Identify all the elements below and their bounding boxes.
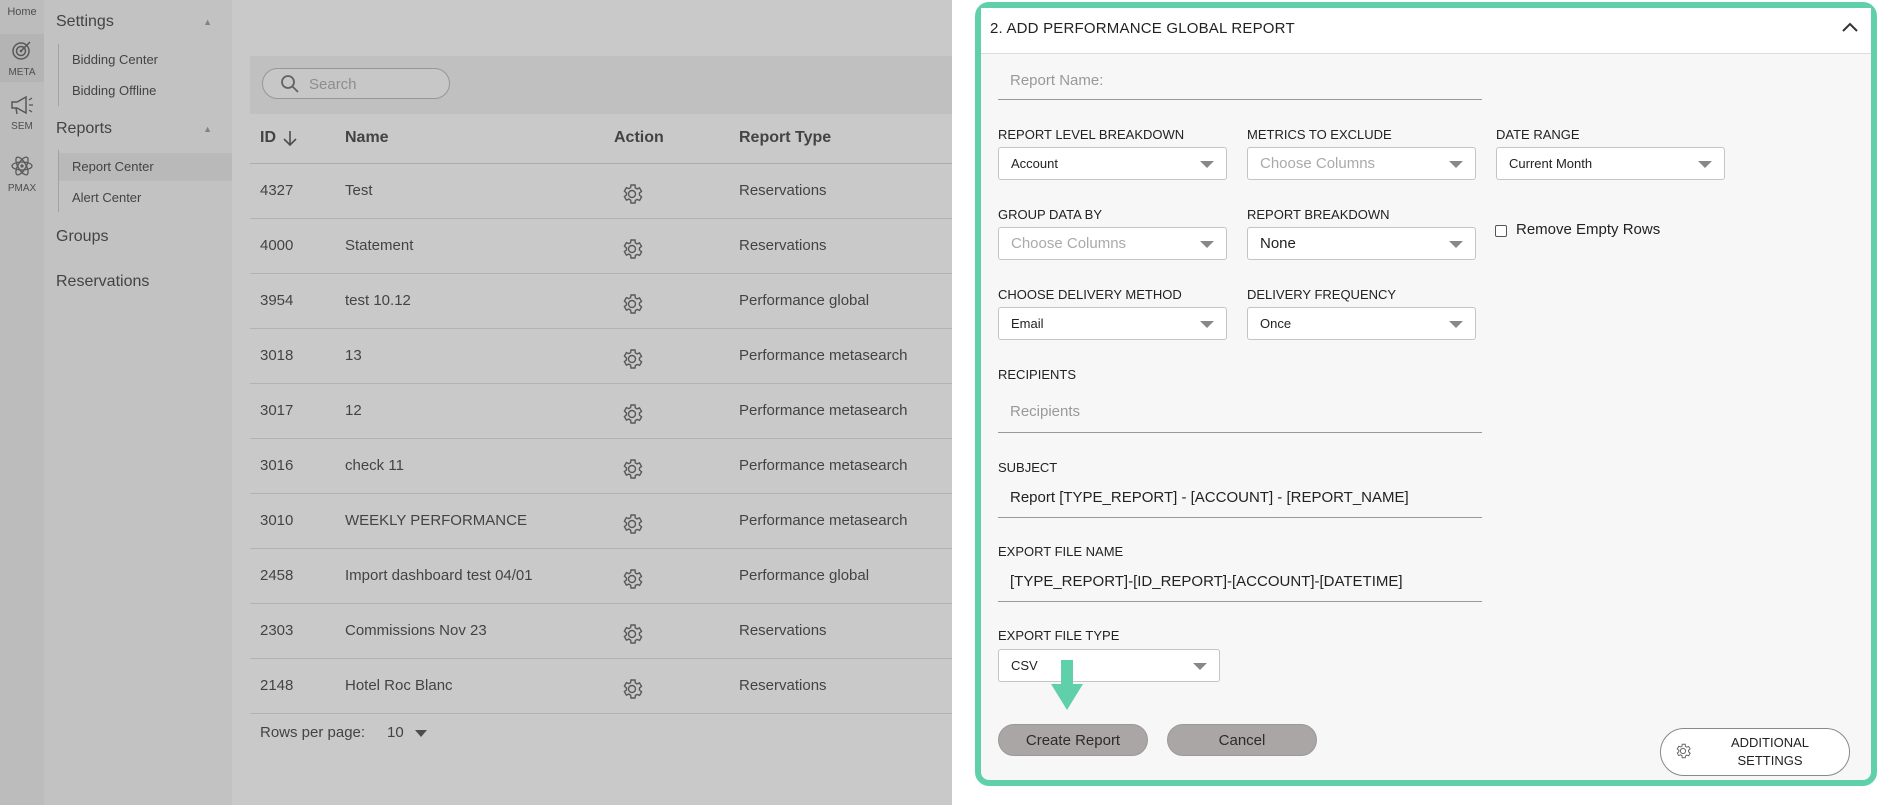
additional-settings-label: ADDITIONAL SETTINGS	[1730, 735, 1809, 768]
export-file-name-label: EXPORT FILE NAME	[998, 544, 1124, 559]
delivery-method-value: Email	[1011, 316, 1044, 331]
delivery-method-select[interactable]: Email	[998, 307, 1227, 340]
recipients-input[interactable]: Recipients	[998, 393, 1482, 433]
subject-label: SUBJECT	[998, 460, 1058, 475]
gear-icon	[1676, 743, 1691, 759]
group-data-placeholder: Choose Columns	[1011, 235, 1127, 252]
export-file-type-select[interactable]: CSV	[998, 649, 1220, 682]
report-level-label: REPORT LEVEL BREAKDOWN	[998, 127, 1185, 142]
delivery-frequency-label: DELIVERY FREQUENCY	[1247, 287, 1397, 302]
modal-backdrop[interactable]	[0, 0, 952, 805]
report-breakdown-value: None	[1260, 235, 1296, 252]
subject-input[interactable]: Report [TYPE_REPORT] - [ACCOUNT] - [REPO…	[998, 480, 1482, 518]
guide-arrow-icon	[1051, 684, 1083, 710]
group-data-select[interactable]: Choose Columns	[998, 227, 1227, 260]
date-range-label: DATE RANGE	[1496, 127, 1580, 142]
caret-down-icon	[1200, 321, 1214, 328]
export-file-type-value: CSV	[1011, 658, 1038, 673]
caret-down-icon	[1200, 241, 1214, 248]
caret-down-icon	[1449, 241, 1463, 248]
caret-down-icon	[1698, 161, 1712, 168]
date-range-select[interactable]: Current Month	[1496, 147, 1725, 180]
report-breakdown-label: REPORT BREAKDOWN	[1247, 207, 1390, 222]
guide-arrow-shaft	[1061, 660, 1073, 686]
metrics-exclude-placeholder: Choose Columns	[1260, 155, 1376, 172]
delivery-frequency-value: Once	[1260, 316, 1292, 331]
cancel-button[interactable]: Cancel	[1167, 724, 1317, 756]
report-breakdown-select[interactable]: None	[1247, 227, 1476, 260]
create-report-button[interactable]: Create Report	[998, 724, 1148, 756]
panel-title: 2. ADD PERFORMANCE GLOBAL REPORT	[990, 20, 1295, 37]
delivery-method-label: CHOOSE DELIVERY METHOD	[998, 287, 1182, 302]
remove-empty-rows-checkbox[interactable]	[1495, 225, 1507, 237]
export-file-name-value: [TYPE_REPORT]-[ID_REPORT]-[ACCOUNT]-[DAT…	[1010, 573, 1403, 590]
chevron-up-icon[interactable]	[1841, 20, 1859, 34]
caret-down-icon	[1449, 321, 1463, 328]
export-file-type-label: EXPORT FILE TYPE	[998, 628, 1120, 643]
export-file-name-input[interactable]: [TYPE_REPORT]-[ID_REPORT]-[ACCOUNT]-[DAT…	[998, 564, 1482, 602]
metrics-exclude-select[interactable]: Choose Columns	[1247, 147, 1476, 180]
delivery-frequency-select[interactable]: Once	[1247, 307, 1476, 340]
report-level-value: Account	[1011, 156, 1058, 171]
report-name-input[interactable]: Report Name:	[998, 62, 1482, 100]
group-data-label: GROUP DATA BY	[998, 207, 1103, 222]
report-name-placeholder: Report Name:	[1010, 72, 1104, 89]
report-level-select[interactable]: Account	[998, 147, 1227, 180]
caret-down-icon	[1449, 161, 1463, 168]
recipients-placeholder: Recipients	[1010, 403, 1081, 420]
caret-down-icon	[1193, 663, 1207, 670]
remove-empty-rows-label[interactable]: Remove Empty Rows	[1516, 221, 1660, 238]
date-range-value: Current Month	[1509, 156, 1593, 171]
subject-value: Report [TYPE_REPORT] - [ACCOUNT] - [REPO…	[1010, 489, 1409, 506]
metrics-exclude-label: METRICS TO EXCLUDE	[1247, 127, 1392, 142]
recipients-label: RECIPIENTS	[998, 367, 1077, 382]
caret-down-icon	[1200, 161, 1214, 168]
